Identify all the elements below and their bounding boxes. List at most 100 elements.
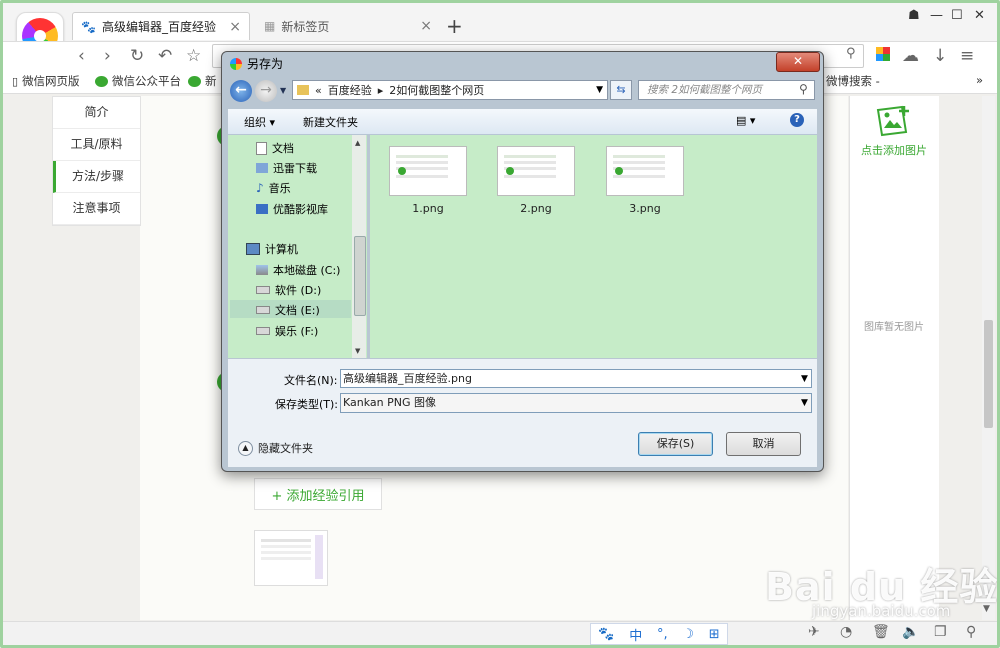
tree-scroll-thumb[interactable] <box>354 236 366 316</box>
image-library-panel <box>849 96 939 620</box>
tab-close-icon[interactable]: × <box>229 19 241 35</box>
help-icon[interactable]: ? <box>790 113 804 127</box>
tab-close-icon[interactable]: × <box>420 18 432 34</box>
breadcrumb-overflow[interactable]: « <box>315 84 322 97</box>
nav-item-intro[interactable]: 简介 <box>53 97 140 129</box>
breadcrumb-separator: ▸ <box>377 83 384 97</box>
new-folder-button[interactable]: 新建文件夹 <box>303 114 358 130</box>
search-icon[interactable]: ⚲ <box>799 82 808 96</box>
scroll-up-arrow-icon[interactable]: ▲ <box>355 139 360 147</box>
tree-item-youku[interactable]: 优酷影视库 <box>256 201 328 217</box>
apps-icon[interactable] <box>876 47 890 61</box>
bookmarks-more-icon[interactable]: » <box>976 73 983 87</box>
bookmark-new[interactable]: 新 <box>188 73 217 89</box>
file-name: 1.png <box>412 202 444 215</box>
breadcrumb[interactable]: « 百度经验 ▸ 2如何截图整个网页 ▼ <box>292 80 608 100</box>
search-input[interactable]: 搜索 2如何截图整个网页 <box>638 80 815 100</box>
history-dropdown-icon[interactable]: ▼ <box>280 86 286 95</box>
close-window-button[interactable]: ✕ <box>974 8 985 23</box>
back-icon[interactable]: ‹ <box>78 46 85 66</box>
nav-item-steps[interactable]: 方法/步骤 <box>53 161 140 193</box>
search-icon[interactable]: ⚲ <box>846 46 856 61</box>
tree-item-disk-e[interactable]: 文档 (E:) <box>256 302 320 318</box>
page-scroll-thumb[interactable] <box>984 320 993 428</box>
forward-icon[interactable]: › <box>104 46 111 66</box>
file-item[interactable]: 2.png <box>497 146 575 215</box>
moon-icon[interactable]: ☽ <box>682 627 694 642</box>
maximize-button[interactable]: ☐ <box>951 8 963 23</box>
bookmark-weibo-search[interactable]: 微博搜索 - <box>826 73 880 89</box>
filename-input[interactable]: 高级编辑器_百度经验.png <box>340 369 812 388</box>
star-icon[interactable]: ☆ <box>186 46 201 66</box>
minimize-button[interactable]: — <box>930 8 943 23</box>
zoom-icon[interactable]: ⚲ <box>966 624 976 640</box>
paw-icon[interactable]: 🐾 <box>598 627 614 642</box>
hide-folders-label: 隐藏文件夹 <box>258 442 313 455</box>
filetype-select[interactable]: Kankan PNG 图像 <box>340 393 812 413</box>
view-options-icon[interactable]: ▤ ▾ <box>736 114 755 127</box>
dialog-close-button[interactable]: ✕ <box>776 52 820 72</box>
chevron-down-icon[interactable]: ▼ <box>596 85 603 95</box>
bookmark-label: 新 <box>205 74 217 88</box>
watermark-url: jingyan.baidu.com <box>812 602 951 620</box>
nav-item-notes[interactable]: 注意事项 <box>53 193 140 225</box>
wechat-icon <box>95 75 108 87</box>
tree-item-xunlei[interactable]: 迅雷下载 <box>256 160 317 176</box>
scroll-down-arrow-icon[interactable]: ▼ <box>355 347 360 355</box>
chevron-up-icon: ▲ <box>238 440 253 456</box>
tree-item-disk-d[interactable]: 软件 (D:) <box>256 282 321 298</box>
cancel-button[interactable]: 取消 <box>726 432 801 456</box>
app-logo-icon <box>230 57 242 70</box>
tree-item-computer[interactable]: 计算机 <box>246 241 298 257</box>
forward-arrow-icon[interactable]: → <box>255 80 277 102</box>
nav-item-tools[interactable]: 工具/原料 <box>53 129 140 161</box>
add-image-icon[interactable] <box>872 104 912 138</box>
download-icon[interactable]: ↓ <box>933 46 947 66</box>
refresh-icon[interactable]: ⇆ <box>610 80 632 100</box>
bookmark-weixin-web[interactable]: ▯ 微信网页版 <box>12 73 80 89</box>
tree-item-label: 文档 (E:) <box>275 304 320 317</box>
tab-baidu-editor[interactable]: 🐾 高级编辑器_百度经验 × <box>72 12 250 40</box>
ime-toolbar[interactable]: 🐾 中 °, ☽ ⊞ <box>590 623 728 645</box>
window-icon[interactable]: ❐ <box>934 624 947 640</box>
undo-icon[interactable]: ↶ <box>158 46 172 66</box>
organize-menu[interactable]: 组织 ▾ <box>244 114 275 130</box>
hide-folders-toggle[interactable]: ▲ 隐藏文件夹 <box>238 440 313 456</box>
tree-item-music[interactable]: ♪ 音乐 <box>256 180 291 196</box>
new-tab-button[interactable]: + <box>446 14 463 38</box>
skin-icon[interactable]: ☗ <box>908 8 920 23</box>
screenshot-thumbnail[interactable] <box>254 530 328 586</box>
punctuation-icon[interactable]: °, <box>657 627 668 642</box>
file-thumbnail <box>389 146 467 196</box>
volume-icon[interactable]: 🔈 <box>902 624 919 640</box>
bookmark-weixin-platform[interactable]: 微信公众平台 <box>95 73 181 89</box>
back-arrow-icon[interactable]: ← <box>230 80 252 102</box>
tab-new-tab[interactable]: ▦ 新标签页 × <box>256 12 440 40</box>
filename-label: 文件名(N): <box>284 374 338 387</box>
add-image-label[interactable]: 点击添加图片 <box>851 142 937 158</box>
cloud-icon[interactable]: ☁ <box>902 46 919 66</box>
file-item[interactable]: 3.png <box>606 146 684 215</box>
dialog-title: 另存为 <box>230 55 283 72</box>
ime-mode-chinese[interactable]: 中 <box>629 625 642 644</box>
chevron-down-icon[interactable]: ▼ <box>801 398 808 408</box>
grid-icon[interactable]: ⊞ <box>709 627 720 642</box>
breadcrumb-item[interactable]: 百度经验 <box>328 82 372 98</box>
trash-icon[interactable]: 🗑 <box>872 624 890 640</box>
paw-icon: 🐾 <box>81 19 96 34</box>
dialog-title-text: 另存为 <box>247 57 284 71</box>
tree-item-label: 娱乐 (F:) <box>275 325 319 338</box>
speed-icon[interactable]: ◔ <box>840 624 852 640</box>
save-button[interactable]: 保存(S) <box>638 432 713 456</box>
empty-gallery-text: 图库暂无图片 <box>864 322 924 333</box>
pin-icon[interactable]: ✈ <box>808 624 820 640</box>
chevron-down-icon[interactable]: ▼ <box>801 374 808 384</box>
tree-item-disk-c[interactable]: 本地磁盘 (C:) <box>256 262 340 278</box>
tree-item-documents[interactable]: 文档 <box>256 140 294 156</box>
breadcrumb-item[interactable]: 2如何截图整个网页 <box>389 82 484 98</box>
menu-icon[interactable]: ≡ <box>960 46 974 66</box>
tree-item-disk-f[interactable]: 娱乐 (F:) <box>256 323 318 339</box>
file-item[interactable]: 1.png <box>389 146 467 215</box>
add-reference-button[interactable]: + 添加经验引用 <box>254 478 382 510</box>
reload-icon[interactable]: ↻ <box>130 46 144 66</box>
